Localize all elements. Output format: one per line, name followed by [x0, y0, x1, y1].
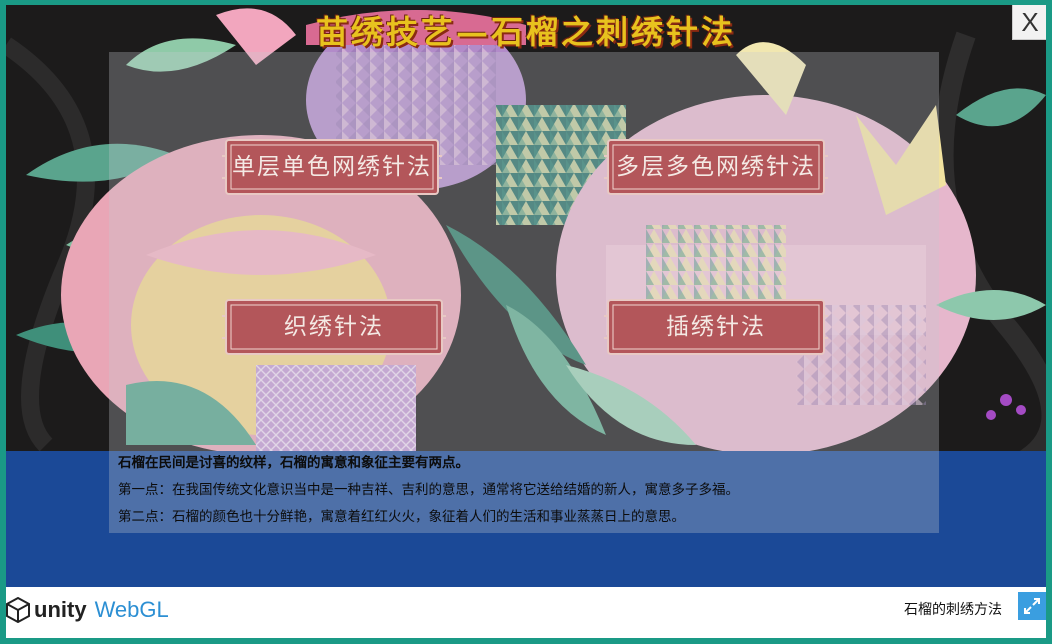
app-title: 石榴的刺绣方法: [904, 602, 1002, 618]
browser-frame: 苗绣技艺—石榴之刺绣针法 X 单层单色网绣针法 多层多色网绣针法 织绣针法 插绣…: [0, 0, 1052, 644]
button-label: 单层单色网绣针法: [232, 154, 432, 180]
info-point-one: 第一点：在我国传统文化意识当中是一种吉祥、吉利的意思，通常将它送给结婚的新人，寓…: [118, 482, 739, 498]
single-layer-stitch-button[interactable]: 单层单色网绣针法: [222, 136, 442, 198]
unity-webgl-logo: unity WebGL: [6, 595, 169, 625]
info-point-two: 第二点：石榴的颜色也十分鲜艳，寓意着红红火火，象征着人们的生活和事业蒸蒸日上的意…: [118, 509, 685, 525]
info-heading: 石榴在民间是讨喜的纹样，石榴的寓意和象征主要有两点。: [118, 455, 469, 471]
webgl-text: WebGL: [94, 597, 169, 622]
unity-text: unity: [34, 597, 87, 622]
fullscreen-button[interactable]: [1018, 592, 1046, 620]
fullscreen-icon: [1024, 598, 1040, 614]
button-label: 插绣针法: [666, 314, 766, 340]
weave-stitch-button[interactable]: 织绣针法: [222, 296, 446, 358]
unity-canvas[interactable]: 苗绣技艺—石榴之刺绣针法 X 单层单色网绣针法 多层多色网绣针法 织绣针法 插绣…: [6, 5, 1046, 587]
button-label: 织绣针法: [284, 314, 384, 340]
webgl-footer: unity WebGL 石榴的刺绣方法: [6, 587, 1046, 638]
multi-layer-stitch-button[interactable]: 多层多色网绣针法: [604, 136, 828, 198]
page-title: 苗绣技艺—石榴之刺绣针法: [315, 13, 736, 51]
close-button[interactable]: X: [1012, 5, 1046, 40]
info-text-panel: 石榴在民间是讨喜的纹样，石榴的寓意和象征主要有两点。 第一点：在我国传统文化意识…: [109, 450, 939, 533]
insert-stitch-button[interactable]: 插绣针法: [604, 296, 828, 358]
unity-cube-icon: [6, 597, 30, 623]
button-label: 多层多色网绣针法: [616, 154, 816, 180]
